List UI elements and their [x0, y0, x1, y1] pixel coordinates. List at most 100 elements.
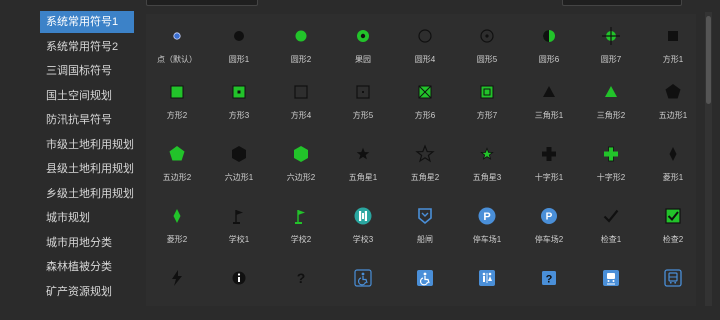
symbol-label: 圆形4 — [414, 55, 436, 64]
symbol-cell[interactable]: 五角星2 — [394, 132, 456, 196]
symbol-cell[interactable]: 学校3 — [332, 194, 394, 258]
symbol-cell[interactable]: 点（默认） — [146, 14, 208, 78]
parking-circle-2-icon: P — [537, 204, 561, 228]
symbol-cell[interactable]: 五边形2 — [146, 132, 208, 196]
symbol-cell[interactable]: 五角星1 — [332, 132, 394, 196]
symbol-label: 学校3 — [352, 235, 374, 244]
sidebar-item[interactable]: 系统常用符号2 — [40, 36, 134, 58]
symbol-cell[interactable]: 三角形2 — [580, 70, 642, 134]
symbol-cell[interactable]: 圆形5 — [456, 14, 518, 78]
square-dot-icon — [351, 80, 375, 104]
symbol-label: 方形5 — [352, 111, 374, 120]
symbol-cell[interactable]: 六边形2 — [270, 132, 332, 196]
accessible-icon — [351, 266, 375, 290]
symbol-cell[interactable]: 圆形4 — [394, 14, 456, 78]
symbol-cell[interactable]: 圆形6 — [518, 14, 580, 78]
circle-cross-icon — [599, 24, 623, 48]
symbol-label: 圆形6 — [538, 55, 560, 64]
shield-blue-icon — [413, 204, 437, 228]
symbol-cell[interactable]: P 停车场2 — [518, 194, 580, 258]
scrollbar-thumb[interactable] — [706, 16, 711, 104]
circle-half-icon — [537, 24, 561, 48]
symbol-cell[interactable]: 学校1 — [208, 194, 270, 258]
symbol-cell[interactable]: 检查2 — [642, 194, 704, 258]
symbol-cell[interactable] — [208, 256, 270, 320]
cross-black-icon — [537, 142, 561, 166]
sidebar-item[interactable]: 矿产资源规划 — [40, 281, 134, 303]
symbol-cell[interactable]: 方形4 — [270, 70, 332, 134]
sidebar-item[interactable]: 三调国标符号 — [40, 60, 134, 82]
symbol-search-input[interactable] — [562, 0, 682, 6]
symbol-cell[interactable]: 圆形2 — [270, 14, 332, 78]
symbol-cell[interactable]: 圆形7 — [580, 14, 642, 78]
symbol-cell[interactable]: 六边形1 — [208, 132, 270, 196]
sidebar-item[interactable]: 城市规划 — [40, 207, 134, 229]
symbol-cell[interactable]: 方形3 — [208, 70, 270, 134]
symbol-cell[interactable]: 三角形1 — [518, 70, 580, 134]
square-green-icon — [165, 80, 189, 104]
symbol-label: 圆形1 — [228, 55, 250, 64]
symbol-cell[interactable]: 方形1 — [642, 14, 704, 78]
symbol-cell[interactable] — [456, 256, 518, 320]
symbol-cell[interactable] — [146, 256, 208, 320]
symbol-cell[interactable]: 方形5 — [332, 70, 394, 134]
symbol-cell[interactable]: 果园 — [332, 14, 394, 78]
pentagon-green-icon — [165, 142, 189, 166]
symbol-cell[interactable]: 船闸 — [394, 194, 456, 258]
symbol-cell[interactable]: 五边形1 — [642, 70, 704, 134]
symbol-cell[interactable]: 学校2 — [270, 194, 332, 258]
flag-green-icon — [289, 204, 313, 228]
symbol-cell[interactable]: 十字形2 — [580, 132, 642, 196]
top-bar — [0, 0, 720, 8]
sidebar-item[interactable]: 县级土地利用规划 — [40, 158, 134, 180]
hexagon-black-icon — [227, 142, 251, 166]
symbol-cell[interactable] — [580, 256, 642, 320]
symbol-label: 检查1 — [600, 235, 622, 244]
symbol-cell[interactable] — [394, 256, 456, 320]
sidebar-item[interactable]: 市级土地利用规划 — [40, 134, 134, 156]
symbol-library-sidebar: 系统常用符号1 系统常用符号2 三调国标符号 国土空间规划 防汛抗旱符号 市级土地利用规划… — [40, 9, 136, 306]
symbol-cell[interactable]: 圆形1 — [208, 14, 270, 78]
triangle-green-icon — [599, 80, 623, 104]
symbol-cell[interactable]: 方形7 — [456, 70, 518, 134]
sidebar-item[interactable]: 森林植被分类 — [40, 256, 134, 278]
symbol-label: 圆形2 — [290, 55, 312, 64]
symbol-cell[interactable] — [332, 256, 394, 320]
symbol-cell[interactable]: 菱形2 — [146, 194, 208, 258]
circle-green-icon — [289, 24, 313, 48]
symbol-cell[interactable]: 菱形1 — [642, 132, 704, 196]
symbol-library-search[interactable] — [146, 0, 258, 6]
symbol-cell[interactable]: 方形2 — [146, 70, 208, 134]
sidebar-item[interactable]: 系统常用符号1 — [40, 11, 134, 33]
svg-text:?: ? — [297, 270, 306, 286]
symbol-label: 圆形7 — [600, 55, 622, 64]
svg-text:P: P — [483, 211, 490, 223]
symbol-cell[interactable]: 检查1 — [580, 194, 642, 258]
square-x-icon — [413, 80, 437, 104]
symbol-label: 方形4 — [290, 111, 312, 120]
symbol-label: 三角形1 — [534, 111, 564, 120]
circle-black-icon — [227, 24, 251, 48]
sidebar-item[interactable]: 城市用地分类 — [40, 232, 134, 254]
symbol-label: 方形1 — [662, 55, 684, 64]
symbol-cell[interactable]: 方形6 — [394, 70, 456, 134]
symbol-cell[interactable]: 十字形1 — [518, 132, 580, 196]
symbol-cell[interactable]: ? — [270, 256, 332, 320]
sidebar-item[interactable]: 防汛抗旱符号 — [40, 109, 134, 131]
symbol-cell[interactable] — [642, 256, 704, 320]
symbol-label: 学校2 — [290, 235, 312, 244]
svg-text:P: P — [546, 212, 553, 223]
symbol-cell[interactable]: P 停车场1 — [456, 194, 518, 258]
symbol-label: 五边形2 — [162, 173, 192, 182]
symbol-cell[interactable]: 五角星3 — [456, 132, 518, 196]
symbol-label: 五角星2 — [410, 173, 440, 182]
symbol-label: 圆形5 — [476, 55, 498, 64]
symbol-label: 方形3 — [228, 111, 250, 120]
train-icon — [599, 266, 623, 290]
sidebar-item[interactable]: 国土空间规划 — [40, 85, 134, 107]
sidebar-item[interactable]: 乡级土地利用规划 — [40, 183, 134, 205]
symbol-label: 菱形1 — [662, 173, 684, 182]
circle-outline-icon — [413, 24, 437, 48]
symbol-cell[interactable]: ? — [518, 256, 580, 320]
symbol-label: 学校1 — [228, 235, 250, 244]
